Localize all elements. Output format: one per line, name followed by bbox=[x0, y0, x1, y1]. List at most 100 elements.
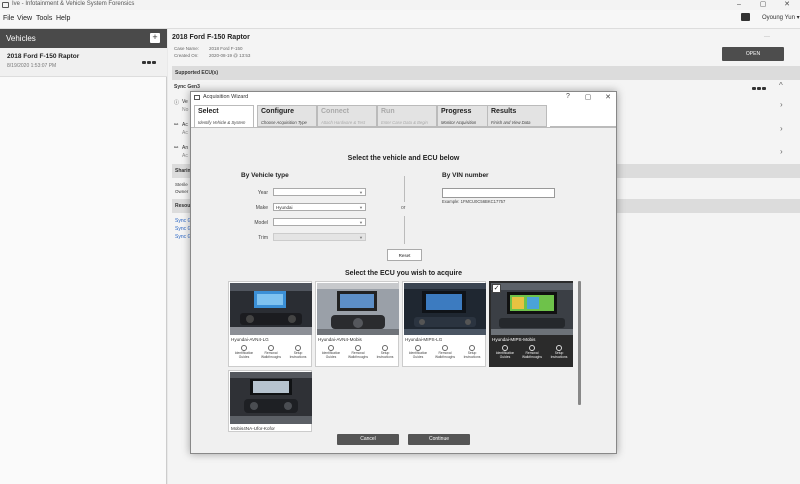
ecu-card-avn4-mobis[interactable]: Hyundai-AVN4-Mobis Identification Guides… bbox=[315, 281, 399, 367]
year-select[interactable]: ▼ bbox=[273, 188, 366, 196]
identification-guides-button[interactable]: Identification Guides bbox=[231, 345, 257, 360]
window-titlebar: Ive - Infotainment & Vehicle System Fore… bbox=[0, 0, 800, 10]
more-options-icon[interactable]: ··· bbox=[764, 34, 770, 40]
add-vehicle-button[interactable]: + bbox=[150, 33, 160, 43]
action-label: Setup Instructions bbox=[550, 351, 568, 359]
action-label: Removal Walkthroughs bbox=[260, 351, 282, 359]
vehicle-heading: Select the vehicle and ECU below bbox=[347, 155, 460, 162]
more-icon[interactable] bbox=[142, 60, 160, 64]
dropdown-caret-icon: ▼ bbox=[359, 205, 363, 210]
menu-help[interactable]: Help bbox=[56, 15, 70, 22]
setup-instructions-button[interactable]: Setup Instructions bbox=[459, 345, 485, 360]
setup-instructions-button[interactable]: Setup Instructions bbox=[546, 345, 572, 360]
menu-view[interactable]: View bbox=[17, 15, 32, 22]
setup-instructions-button[interactable]: Setup Instructions bbox=[285, 345, 311, 360]
tab-divider bbox=[550, 126, 616, 127]
ecu-list-scrollbar[interactable] bbox=[578, 281, 581, 405]
dialog-maximize-button[interactable]: ▢ bbox=[581, 93, 595, 101]
ecu-image bbox=[404, 283, 486, 335]
identification-guides-button[interactable]: Identification Guides bbox=[492, 345, 518, 360]
tab-title: Results bbox=[491, 108, 517, 115]
make-select[interactable]: Hyundai ▼ bbox=[273, 203, 366, 211]
wizard-icon bbox=[194, 95, 200, 100]
tab-subtitle: Monitor Acquisition bbox=[441, 120, 477, 125]
vin-input[interactable] bbox=[442, 188, 555, 198]
tab-subtitle: Choose Acquisition Type bbox=[261, 120, 307, 125]
window-title: Ive - Infotainment & Vehicle System Fore… bbox=[12, 1, 135, 7]
sidebar-header: Vehicles + bbox=[0, 29, 167, 48]
selected-check-icon: ✓ bbox=[492, 284, 501, 293]
action-label: Setup Instructions bbox=[289, 351, 307, 359]
removal-walkthroughs-button[interactable]: Removal Walkthroughs bbox=[519, 345, 545, 360]
ecu-name: Hyundai-AVN4-LG bbox=[231, 337, 269, 342]
sharing-line-1: Sterile bbox=[175, 182, 188, 187]
tab-results[interactable]: Results Finish and View Data bbox=[487, 105, 547, 127]
removal-walkthroughs-button[interactable]: Removal Walkthroughs bbox=[345, 345, 371, 360]
help-button[interactable]: ? bbox=[561, 93, 575, 100]
removal-walkthroughs-button[interactable]: Removal Walkthroughs bbox=[432, 345, 458, 360]
row-sub-1: No bbox=[182, 107, 189, 113]
model-label: Model bbox=[254, 220, 268, 226]
model-select[interactable]: ▼ bbox=[273, 218, 366, 226]
dropdown-caret-icon: ▼ bbox=[359, 235, 363, 240]
row-sub-3: Ac bbox=[182, 153, 188, 159]
collapse-chevron-icon[interactable]: ^ bbox=[779, 81, 783, 90]
dropdown-caret-icon: ▼ bbox=[359, 190, 363, 195]
chat-icon[interactable] bbox=[741, 13, 750, 21]
action-label: Setup Instructions bbox=[376, 351, 394, 359]
menu-bar: File View Tools Help bbox=[0, 10, 800, 29]
action-label: Identification Guides bbox=[495, 351, 515, 359]
tab-run[interactable]: Run Enter Case Data & Begin bbox=[377, 105, 437, 127]
resource-link[interactable]: Sync G bbox=[175, 234, 191, 240]
action-label: Identification Guides bbox=[234, 351, 254, 359]
app-icon bbox=[2, 2, 9, 8]
dropdown-caret-icon: ▼ bbox=[359, 220, 363, 225]
tab-connect[interactable]: Connect Attach Hardware & Test bbox=[317, 105, 377, 127]
tab-title: Progress bbox=[441, 108, 472, 115]
ecu-card-mips-lg[interactable]: Hyundai-MIPS-LG Identification Guides Re… bbox=[402, 281, 486, 367]
close-button[interactable]: ✕ bbox=[776, 0, 798, 10]
identification-guides-button[interactable]: Identification Guides bbox=[405, 345, 431, 360]
ecu-name: Mobis4NA-Ufor-Kofor bbox=[231, 426, 275, 431]
tab-configure[interactable]: Configure Choose Acquisition Type bbox=[257, 105, 317, 127]
vehicle-list-item[interactable]: 2018 Ford F-150 Raptor 8/19/2020 1:53:07… bbox=[0, 48, 167, 77]
open-button[interactable]: OPEN bbox=[722, 47, 784, 61]
row-chevron-icon[interactable]: › bbox=[780, 124, 783, 133]
cancel-button[interactable]: Cancel bbox=[337, 434, 399, 445]
dialog-close-button[interactable]: ✕ bbox=[601, 93, 615, 101]
ecu-more-icon[interactable] bbox=[752, 86, 770, 90]
sidebar-title: Vehicles bbox=[6, 34, 36, 43]
continue-button[interactable]: Continue bbox=[408, 434, 470, 445]
by-vin-label: By VIN number bbox=[442, 172, 489, 179]
user-menu[interactable]: Oyoung Yun ▾ bbox=[762, 14, 800, 21]
ecu-card-avn4-lg[interactable]: Hyundai-AVN4-LG Identification Guides Re… bbox=[228, 281, 312, 367]
minimize-button[interactable]: – bbox=[728, 0, 750, 10]
dialog-title: Acquisition Wizard bbox=[203, 94, 249, 100]
row-chevron-icon[interactable]: › bbox=[780, 100, 783, 109]
sidebar: Vehicles + 2018 Ford F-150 Raptor 8/19/2… bbox=[0, 29, 167, 484]
row-icon-1: ⓘ bbox=[174, 100, 180, 106]
resource-link[interactable]: Sync G bbox=[175, 218, 191, 224]
ecu-name: Hyundai-AVN4-Mobis bbox=[318, 337, 362, 342]
vehicle-name: 2018 Ford F-150 Raptor bbox=[7, 53, 80, 60]
ecu-image bbox=[317, 283, 399, 335]
vehicle-date: 8/19/2020 1:53:07 PM bbox=[7, 63, 57, 69]
sync-gen3-label: Sync Gen3 bbox=[174, 84, 200, 90]
ecu-card-mobis4na[interactable]: Mobis4NA-Ufor-Kofor bbox=[228, 370, 312, 432]
year-label: Year bbox=[257, 190, 268, 196]
row-title-3: An bbox=[182, 145, 189, 151]
vin-example: Example: 1FMCU0C56BKC17757 bbox=[442, 199, 506, 204]
removal-walkthroughs-button[interactable]: Removal Walkthroughs bbox=[258, 345, 284, 360]
menu-file[interactable]: File bbox=[3, 15, 14, 22]
row-title-1: Ve bbox=[182, 99, 188, 105]
row-chevron-icon[interactable]: › bbox=[780, 147, 783, 156]
dialog-titlebar: Acquisition Wizard ? ▢ ✕ bbox=[191, 92, 616, 103]
maximize-button[interactable]: ▢ bbox=[752, 0, 774, 10]
identification-guides-button[interactable]: Identification Guides bbox=[318, 345, 344, 360]
resource-link[interactable]: Sync G bbox=[175, 226, 191, 232]
reset-button[interactable]: Reset bbox=[387, 249, 422, 261]
setup-instructions-button[interactable]: Setup Instructions bbox=[372, 345, 398, 360]
menu-tools[interactable]: Tools bbox=[36, 15, 52, 22]
tab-select[interactable]: Select Identify Vehicle & System bbox=[194, 105, 254, 127]
ecu-card-mips-mobis[interactable]: ✓ Hyundai-MIPS-Mobis Identification Guid… bbox=[489, 281, 573, 367]
